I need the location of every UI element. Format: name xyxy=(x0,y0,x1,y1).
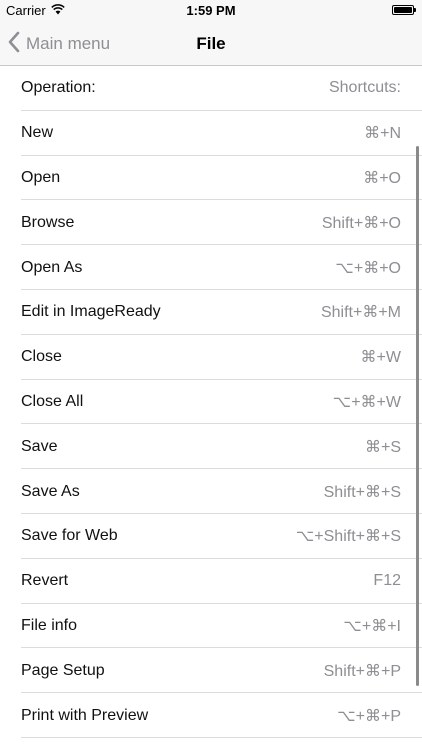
shortcut-label: Shift+⌘+P xyxy=(323,662,401,680)
list-item[interactable]: New ⌘+N xyxy=(0,111,422,156)
scrollbar[interactable] xyxy=(416,146,419,686)
operation-label: Page Setup xyxy=(21,661,105,679)
screen: Carrier 1:59 PM Main menu File Operation… xyxy=(0,0,422,750)
status-bar: Carrier 1:59 PM xyxy=(0,0,422,22)
shortcut-label: ⌥+⌘+W xyxy=(332,393,401,411)
operation-label: Close xyxy=(21,348,62,366)
operation-label: New xyxy=(21,124,54,142)
chevron-left-icon xyxy=(8,31,20,58)
shortcut-label: ⌥+⌘+O xyxy=(335,259,401,277)
operation-label: Save As xyxy=(21,482,80,500)
list-item[interactable]: Save for Web ⌥+Shift+⌘+S xyxy=(0,514,422,559)
list-item[interactable]: Close All ⌥+⌘+W xyxy=(0,380,422,425)
operation-label: Revert xyxy=(21,572,69,590)
shortcut-label: ⌘+N xyxy=(364,125,401,143)
operation-label: Open xyxy=(21,168,61,186)
shortcut-label: Shift+⌘+O xyxy=(321,214,401,232)
battery-fill xyxy=(394,7,412,13)
list-item[interactable]: Close ⌘+W xyxy=(0,335,422,380)
shortcut-label: F12 xyxy=(373,572,401,590)
back-button-label: Main menu xyxy=(26,34,111,53)
back-button[interactable]: Main menu xyxy=(8,22,110,66)
list-item[interactable]: Browse Shift+⌘+O xyxy=(0,200,422,245)
shortcut-column-header: Shortcuts: xyxy=(328,79,401,97)
shortcut-label: ⌘+O xyxy=(363,169,401,187)
list-header-row: Operation: Shortcuts: xyxy=(0,66,422,111)
list-rows: New ⌘+N Open ⌘+O Browse Shift+⌘+O Open As ⌥+⌘+O… xyxy=(0,111,422,738)
shortcut-label: ⌥+⌘+I xyxy=(343,617,401,635)
list-item[interactable]: Open ⌘+O xyxy=(0,156,422,201)
operation-label: File info xyxy=(21,616,78,634)
operation-label: Browse xyxy=(21,213,75,231)
shortcut-label: ⌘+S xyxy=(364,438,401,456)
battery-icon xyxy=(392,5,416,15)
shortcut-label: ⌘+W xyxy=(360,349,401,367)
status-time: 1:59 PM xyxy=(186,3,236,18)
list-item[interactable]: Edit in ImageReady Shift+⌘+M xyxy=(0,290,422,335)
list-item[interactable]: Print with Preview ⌥+⌘+P xyxy=(0,693,422,738)
operation-column-header: Operation: xyxy=(21,79,96,97)
shortcut-list[interactable]: Operation: Shortcuts: New ⌘+N Open ⌘+O Brows… xyxy=(0,66,422,750)
list-item[interactable]: Page Setup Shift+⌘+P xyxy=(0,648,422,693)
shortcut-label: ⌥+⌘+P xyxy=(337,707,401,725)
operation-label: Open As xyxy=(21,258,83,276)
list-item[interactable]: File info ⌥+⌘+I xyxy=(0,604,422,649)
shortcut-label: ⌥+Shift+⌘+S xyxy=(295,528,401,546)
list-item[interactable]: Open As ⌥+⌘+O xyxy=(0,245,422,290)
operation-label: Close All xyxy=(21,392,84,410)
operation-label: Save for Web xyxy=(21,527,118,545)
shortcut-label: Shift+⌘+M xyxy=(320,304,401,322)
navigation-bar: Main menu File xyxy=(0,22,422,66)
list-item[interactable]: Save As Shift+⌘+S xyxy=(0,469,422,514)
operation-label: Save xyxy=(21,437,58,455)
shortcut-label: Shift+⌘+S xyxy=(323,483,401,501)
list-item[interactable]: Save ⌘+S xyxy=(0,424,422,469)
operation-label: Print with Preview xyxy=(21,706,149,724)
list-item[interactable]: Revert F12 xyxy=(0,559,422,604)
operation-label: Edit in ImageReady xyxy=(21,303,161,321)
